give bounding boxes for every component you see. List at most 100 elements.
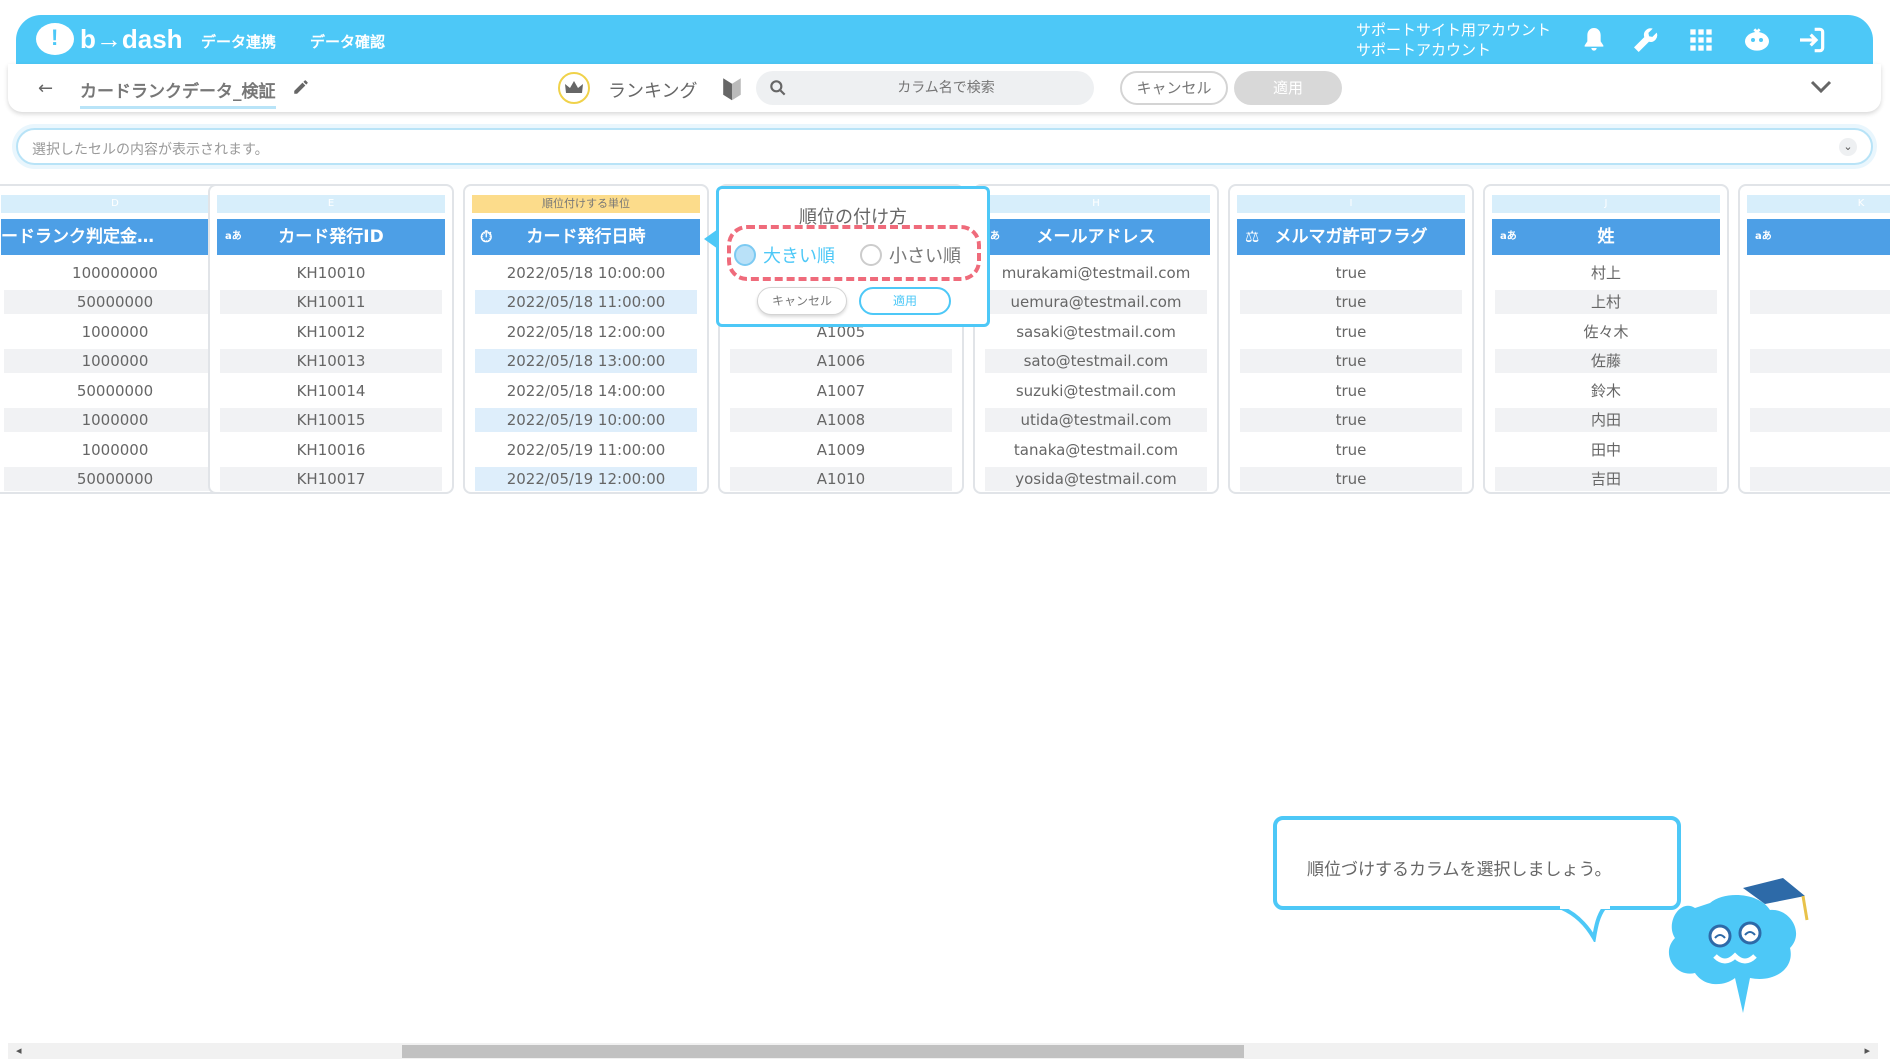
scroll-right-icon[interactable]: ▸ [1864, 1044, 1870, 1057]
table-cell[interactable]: 2022/05/18 11:00:00 [475, 290, 697, 314]
table-cell[interactable]: 茉奈 [1750, 349, 1890, 373]
beginner-mark-icon[interactable] [721, 76, 743, 101]
table-cell[interactable]: true [1240, 438, 1462, 462]
table-cell[interactable]: 2022/05/19 11:00:00 [475, 438, 697, 462]
table-cell[interactable]: 2022/05/18 10:00:00 [475, 261, 697, 285]
bell-icon[interactable] [1578, 24, 1610, 56]
column-header[interactable]: aあ名 [1747, 219, 1890, 255]
table-cell[interactable]: 寛 [1750, 408, 1890, 432]
chevron-down-icon[interactable] [1808, 76, 1834, 98]
table-cell[interactable]: sato@testmail.com [985, 349, 1207, 373]
table-cell[interactable]: A1007 [730, 379, 952, 403]
table-cell[interactable]: 2022/05/18 14:00:00 [475, 379, 697, 403]
grid-column[interactable]: I ⚖ メルマガ許可フラグ true true true true true true true t… [1228, 184, 1474, 494]
grid-column[interactable]: 順位付けする単位 ⏱ カード発行日時 2022/05/18 10:00:00 2022/… [463, 184, 709, 494]
table-cell[interactable]: 田中 [1495, 438, 1717, 462]
table-cell[interactable]: 上村 [1495, 290, 1717, 314]
table-cell[interactable]: KH10011 [220, 290, 442, 314]
table-cell[interactable]: 翔太 [1750, 320, 1890, 344]
grid-column[interactable]: Jaあ 姓村上 上村 佐々木 佐藤 鈴木 内田 田中 吉田 [1483, 184, 1729, 494]
logout-icon[interactable] [1796, 24, 1828, 56]
column-header[interactable]: aあ カード発行ID [217, 219, 445, 255]
table-cell[interactable]: KH10013 [220, 349, 442, 373]
table-cell[interactable]: true [1240, 408, 1462, 432]
table-cell[interactable]: 2022/05/19 10:00:00 [475, 408, 697, 432]
table-cell[interactable]: 内田 [1495, 408, 1717, 432]
column-header[interactable]: あ メールアドレス [982, 219, 1210, 255]
pencil-edit-icon[interactable] [292, 78, 310, 96]
table-cell[interactable]: 佐藤 [1495, 349, 1717, 373]
table-cell[interactable]: KH10014 [220, 379, 442, 403]
scroll-left-icon[interactable]: ◂ [16, 1044, 22, 1057]
column-header[interactable]: aあ 姓 [1492, 219, 1720, 255]
wrench-icon[interactable] [1630, 24, 1662, 56]
table-cell[interactable]: true [1240, 349, 1462, 373]
column-search-input[interactable] [806, 71, 1086, 105]
table-cell[interactable]: 1000000 [4, 438, 226, 462]
column-header[interactable]: ⚖ メルマガ許可フラグ [1237, 219, 1465, 255]
table-cell[interactable]: murakami@testmail.com [985, 261, 1207, 285]
table-cell[interactable]: true [1240, 379, 1462, 403]
table-cell[interactable]: suzuki@testmail.com [985, 379, 1207, 403]
table-cell[interactable]: 1000000 [4, 320, 226, 344]
popup-cancel-button[interactable]: キャンセル [757, 287, 847, 315]
toolbar-apply-button[interactable]: 適用 [1234, 71, 1342, 105]
nav-data-integration[interactable]: データ連携 [201, 31, 276, 52]
radio-descending[interactable]: 大きい順 [734, 242, 835, 268]
scrollbar-thumb[interactable] [402, 1045, 1244, 1058]
nav-data-check[interactable]: データ確認 [310, 31, 385, 52]
table-cell[interactable]: yosida@testmail.com [985, 467, 1207, 491]
column-header[interactable]: ⏱ カード発行日時 [472, 219, 700, 255]
cell-content-bar[interactable]: 選択したセルの内容が表示されます。 ⌄ [16, 128, 1873, 165]
table-cell[interactable]: 由美子 [1750, 467, 1890, 491]
table-cell[interactable]: KH10012 [220, 320, 442, 344]
account-info[interactable]: サポートサイト用アカウント サポートアカウント [1356, 20, 1551, 60]
table-cell[interactable]: A1006 [730, 349, 952, 373]
robot-help-icon[interactable] [1741, 24, 1773, 56]
table-cell[interactable]: 瞳 [1750, 290, 1890, 314]
grid-column[interactable]: D ードランク判定金… 100000000 50000000 1000000 100000… [0, 184, 238, 494]
table-cell[interactable]: true [1240, 467, 1462, 491]
table-cell[interactable]: 50000000 [4, 467, 226, 491]
table-cell[interactable]: true [1240, 290, 1462, 314]
grid-menu-icon[interactable] [1685, 24, 1717, 56]
table-cell[interactable]: sasaki@testmail.com [985, 320, 1207, 344]
grid-column[interactable]: Kaあ名俊夫瞳翔太茉奈しずか寛修一由美子 [1738, 184, 1890, 494]
toolbar-cancel-button[interactable]: キャンセル [1120, 71, 1228, 105]
table-cell[interactable]: true [1240, 320, 1462, 344]
table-cell[interactable]: KH10015 [220, 408, 442, 432]
popup-apply-button[interactable]: 適用 [859, 287, 951, 315]
table-cell[interactable]: A1009 [730, 438, 952, 462]
grid-column[interactable]: H あ メールアドレス murakami@testmail.com uemura@tes… [973, 184, 1219, 494]
table-cell[interactable]: 2022/05/19 12:00:00 [475, 467, 697, 491]
bdash-logo[interactable]: b→dash [36, 22, 183, 56]
table-cell[interactable]: 修一 [1750, 438, 1890, 462]
table-cell[interactable]: 1000000 [4, 408, 226, 432]
table-cell[interactable]: KH10017 [220, 467, 442, 491]
table-cell[interactable]: 50000000 [4, 290, 226, 314]
table-cell[interactable]: 2022/05/18 13:00:00 [475, 349, 697, 373]
table-cell[interactable]: 1000000 [4, 349, 226, 373]
table-cell[interactable]: 俊夫 [1750, 261, 1890, 285]
table-cell[interactable]: uemura@testmail.com [985, 290, 1207, 314]
table-cell[interactable]: KH10016 [220, 438, 442, 462]
grid-column[interactable]: Eaあ カード発行ID KH10010 KH10011 KH10012 KH10013 KH… [208, 184, 454, 494]
back-arrow-icon[interactable]: ← [38, 78, 53, 99]
table-cell[interactable]: 村上 [1495, 261, 1717, 285]
table-cell[interactable]: 吉田 [1495, 467, 1717, 491]
table-cell[interactable]: true [1240, 261, 1462, 285]
table-cell[interactable]: 佐々木 [1495, 320, 1717, 344]
table-cell[interactable]: A1010 [730, 467, 952, 491]
table-cell[interactable]: 鈴木 [1495, 379, 1717, 403]
chevron-down-icon[interactable]: ⌄ [1839, 138, 1857, 156]
radio-ascending[interactable]: 小さい順 [860, 242, 961, 268]
table-cell[interactable]: 2022/05/18 12:00:00 [475, 320, 697, 344]
table-cell[interactable]: しずか [1750, 379, 1890, 403]
table-cell[interactable]: 100000000 [4, 261, 226, 285]
table-cell[interactable]: 50000000 [4, 379, 226, 403]
table-cell[interactable]: A1008 [730, 408, 952, 432]
horizontal-scrollbar[interactable]: ◂ ▸ [8, 1043, 1878, 1059]
table-cell[interactable]: KH10010 [220, 261, 442, 285]
table-cell[interactable]: tanaka@testmail.com [985, 438, 1207, 462]
table-cell[interactable]: utida@testmail.com [985, 408, 1207, 432]
